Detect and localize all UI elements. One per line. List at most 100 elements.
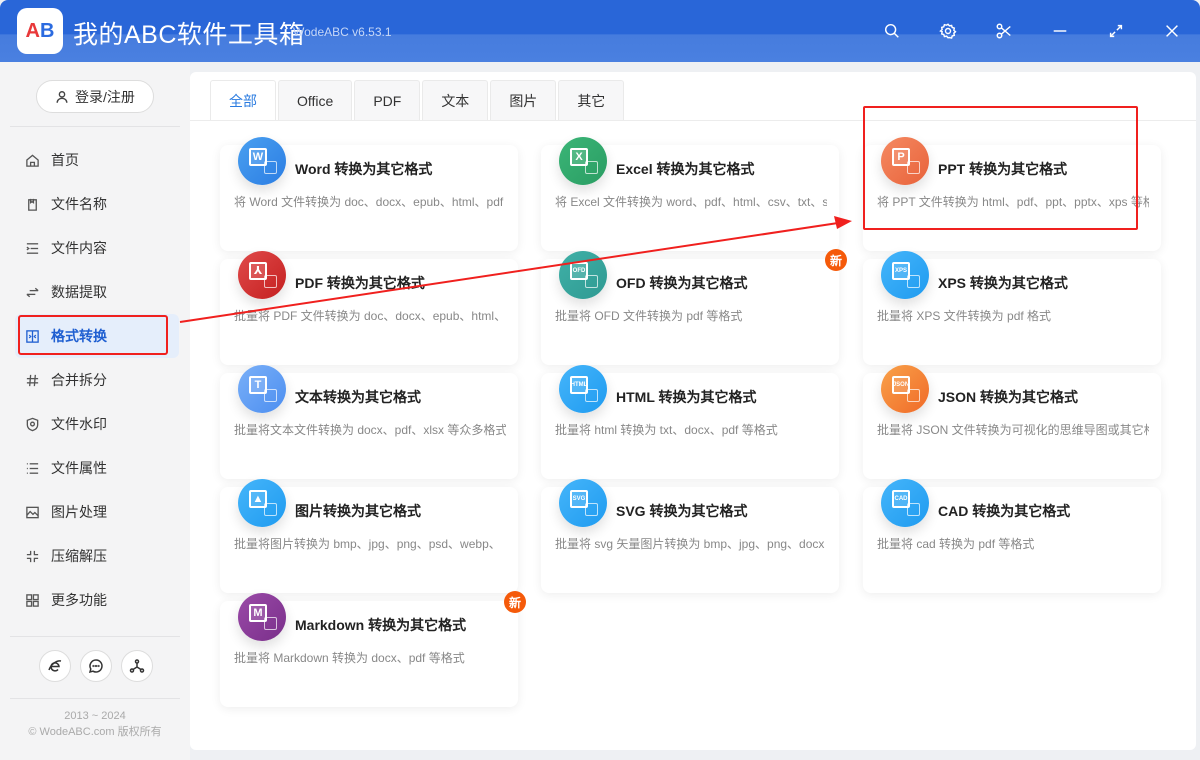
format-glyph: T <box>249 376 267 394</box>
sidebar-item-image[interactable]: 图片处理 <box>15 490 179 534</box>
format-icon: P <box>881 137 929 185</box>
footer-buttons <box>39 650 153 682</box>
sidebar-item-home[interactable]: 首页 <box>15 138 179 182</box>
tool-card[interactable]: XPS XPS 转换为其它格式 批量将 XPS 文件转换为 pdf 格式 <box>863 251 1161 365</box>
tool-card[interactable]: X Excel 转换为其它格式将 Excel 文件转换为 word、pdf、htm… <box>541 137 839 251</box>
card-title: 文本转换为其它格式 <box>295 389 421 405</box>
login-label: 登录/注册 <box>75 88 135 105</box>
sidebar-item-label: 更多功能 <box>51 592 107 608</box>
login-button[interactable]: 登录/注册 <box>36 80 154 113</box>
tool-card[interactable]: M Markdown 转换为其它格式 批量将 Markdown 转换为 docx、p… <box>220 591 526 707</box>
tool-card[interactable]: T 文本转换为其它格式批量将文本文件转换为 docx、pdf、xlsx 等众多格式 <box>220 365 518 479</box>
divider <box>10 698 180 699</box>
watermark-icon <box>24 416 40 432</box>
card-description: 批量将 OFD 文件转换为 pdf 等格式 <box>555 309 743 323</box>
format-glyph: SVG <box>570 490 588 508</box>
tool-card[interactable]: P PPT 转换为其它格式将 PPT 文件转换为 html、pdf、ppt、ppt… <box>863 137 1161 251</box>
card-title: Excel 转换为其它格式 <box>616 161 755 177</box>
more-icon <box>24 592 40 608</box>
format-glyph: P <box>892 148 910 166</box>
browser-icon[interactable] <box>39 650 71 682</box>
tool-card[interactable]: W Word 转换为其它格式将 Word 文件转换为 doc、docx、epub、… <box>220 137 518 251</box>
card-description: 批量将 PDF 文件转换为 doc、docx、epub、html、 <box>234 309 506 323</box>
card-description: 批量将图片转换为 bmp、jpg、png、psd、webp、 <box>234 537 501 551</box>
sidebar-item-label: 合并拆分 <box>51 372 107 388</box>
maximize-icon[interactable] <box>1103 18 1129 44</box>
tab-text[interactable]: 文本 <box>422 80 489 120</box>
copyright: 2013 ~ 2024 © WodeABC.com 版权所有 <box>0 708 190 740</box>
user-icon <box>56 90 68 103</box>
card-title: HTML 转换为其它格式 <box>616 389 757 405</box>
format-glyph: OFD <box>570 262 588 280</box>
app-title: 我的ABC软件工具箱 <box>73 21 305 49</box>
sidebar-item-file-name[interactable]: 文件名称 <box>15 182 179 226</box>
sidebar-item-label: 首页 <box>51 152 79 168</box>
format-icon: JSON <box>881 365 929 413</box>
chat-icon[interactable] <box>80 650 112 682</box>
new-badge: 新 <box>825 249 847 271</box>
format-icon: CAD <box>881 479 929 527</box>
sidebar-item-watermark[interactable]: 文件水印 <box>15 402 179 446</box>
format-glyph: CAD <box>892 490 910 508</box>
sidebar-nav: 首页 文件名称 文件内容 数据提取 格式转换 合并拆分 文件水印 文件属性 图片… <box>15 138 179 622</box>
tab-image[interactable]: 图片 <box>490 80 557 120</box>
tabs-divider <box>190 120 1196 121</box>
sidebar-item-compress[interactable]: 压缩解压 <box>15 534 179 578</box>
tab-office[interactable]: Office <box>278 80 353 120</box>
format-icon: XPS <box>881 251 929 299</box>
tool-card[interactable]: ⅄ PDF 转换为其它格式批量将 PDF 文件转换为 doc、docx、epub、… <box>220 251 518 365</box>
sidebar-item-label: 文件名称 <box>51 196 107 212</box>
sidebar-item-label: 文件属性 <box>51 460 107 476</box>
merge-split-icon <box>24 372 40 388</box>
sidebar-item-label: 格式转换 <box>51 328 107 344</box>
tool-card[interactable]: JSON JSON 转换为其它格式 批量将 JSON 文件转换为可视化的思维导图或其… <box>863 365 1161 479</box>
search-icon[interactable] <box>879 18 905 44</box>
app-version: WodeABC v6.53.1 <box>293 25 392 39</box>
format-icon: W <box>238 137 286 185</box>
format-icon: X <box>559 137 607 185</box>
format-glyph: HTML <box>570 376 588 394</box>
card-title: 图片转换为其它格式 <box>295 503 421 519</box>
card-title: OFD 转换为其它格式 <box>616 275 748 291</box>
tool-card[interactable]: HTML HTML 转换为其它格式 批量将 html 转换为 txt、docx、pd… <box>541 365 839 479</box>
tool-card[interactable]: ▲ 图片转换为其它格式批量将图片转换为 bmp、jpg、png、psd、webp、 <box>220 479 518 593</box>
sidebar-item-label: 压缩解压 <box>51 548 107 564</box>
format-icon: OFD <box>559 251 607 299</box>
tool-card[interactable]: OFD OFD 转换为其它格式批量将 OFD 文件转换为 pdf 等格式 新 <box>541 249 847 365</box>
card-title: JSON 转换为其它格式 <box>938 389 1079 405</box>
share-icon[interactable] <box>121 650 153 682</box>
card-description: 将 Word 文件转换为 doc、docx、epub、html、pdf <box>234 195 504 209</box>
card-description: 批量将 svg 矢量图片转换为 bmp、jpg、png、docx <box>555 537 825 551</box>
close-icon[interactable] <box>1159 18 1185 44</box>
copyright-years: 2013 ~ 2024 <box>64 710 126 722</box>
sidebar-item-data-extract[interactable]: 数据提取 <box>15 270 179 314</box>
sidebar-item-more[interactable]: 更多功能 <box>15 578 179 622</box>
tab-all[interactable]: 全部 <box>210 80 276 120</box>
card-title: PDF 转换为其它格式 <box>295 275 425 291</box>
card-description: 批量将 Markdown 转换为 docx、pdf 等格式 <box>234 651 465 665</box>
gear-icon[interactable] <box>935 18 961 44</box>
card-title: Word 转换为其它格式 <box>295 161 433 177</box>
tool-card[interactable]: SVG SVG 转换为其它格式 批量将 svg 矢量图片转换为 bmp、jpg、pn… <box>541 479 839 593</box>
format-icon: ▲ <box>238 479 286 527</box>
minimize-icon[interactable] <box>1047 18 1073 44</box>
image-icon <box>24 504 40 520</box>
tab-pdf[interactable]: PDF <box>354 80 421 120</box>
card-description: 批量将 XPS 文件转换为 pdf 格式 <box>877 309 1052 323</box>
compress-icon <box>24 548 40 564</box>
sidebar-item-file-attributes[interactable]: 文件属性 <box>15 446 179 490</box>
format-glyph: ⅄ <box>249 262 267 280</box>
tab-other[interactable]: 其它 <box>558 80 625 120</box>
file-content-icon <box>24 240 40 256</box>
file-name-icon <box>24 196 40 212</box>
scissors-icon[interactable] <box>991 18 1017 44</box>
format-icon: SVG <box>559 479 607 527</box>
card-description: 将 Excel 文件转换为 word、pdf、html、csv、txt、svg <box>555 195 827 209</box>
card-description: 批量将文本文件转换为 docx、pdf、xlsx 等众多格式 <box>234 423 506 437</box>
sidebar-item-format-convert[interactable]: 格式转换 <box>15 314 179 358</box>
category-tabs: 全部 Office PDF 文本 图片 其它 <box>210 80 625 120</box>
sidebar-item-file-content[interactable]: 文件内容 <box>15 226 179 270</box>
copyright-text: © WodeABC.com 版权所有 <box>28 726 162 738</box>
tool-card[interactable]: CAD CAD 转换为其它格式 批量将 cad 转换为 pdf 等格式 <box>863 479 1161 593</box>
sidebar-item-merge-split[interactable]: 合并拆分 <box>15 358 179 402</box>
